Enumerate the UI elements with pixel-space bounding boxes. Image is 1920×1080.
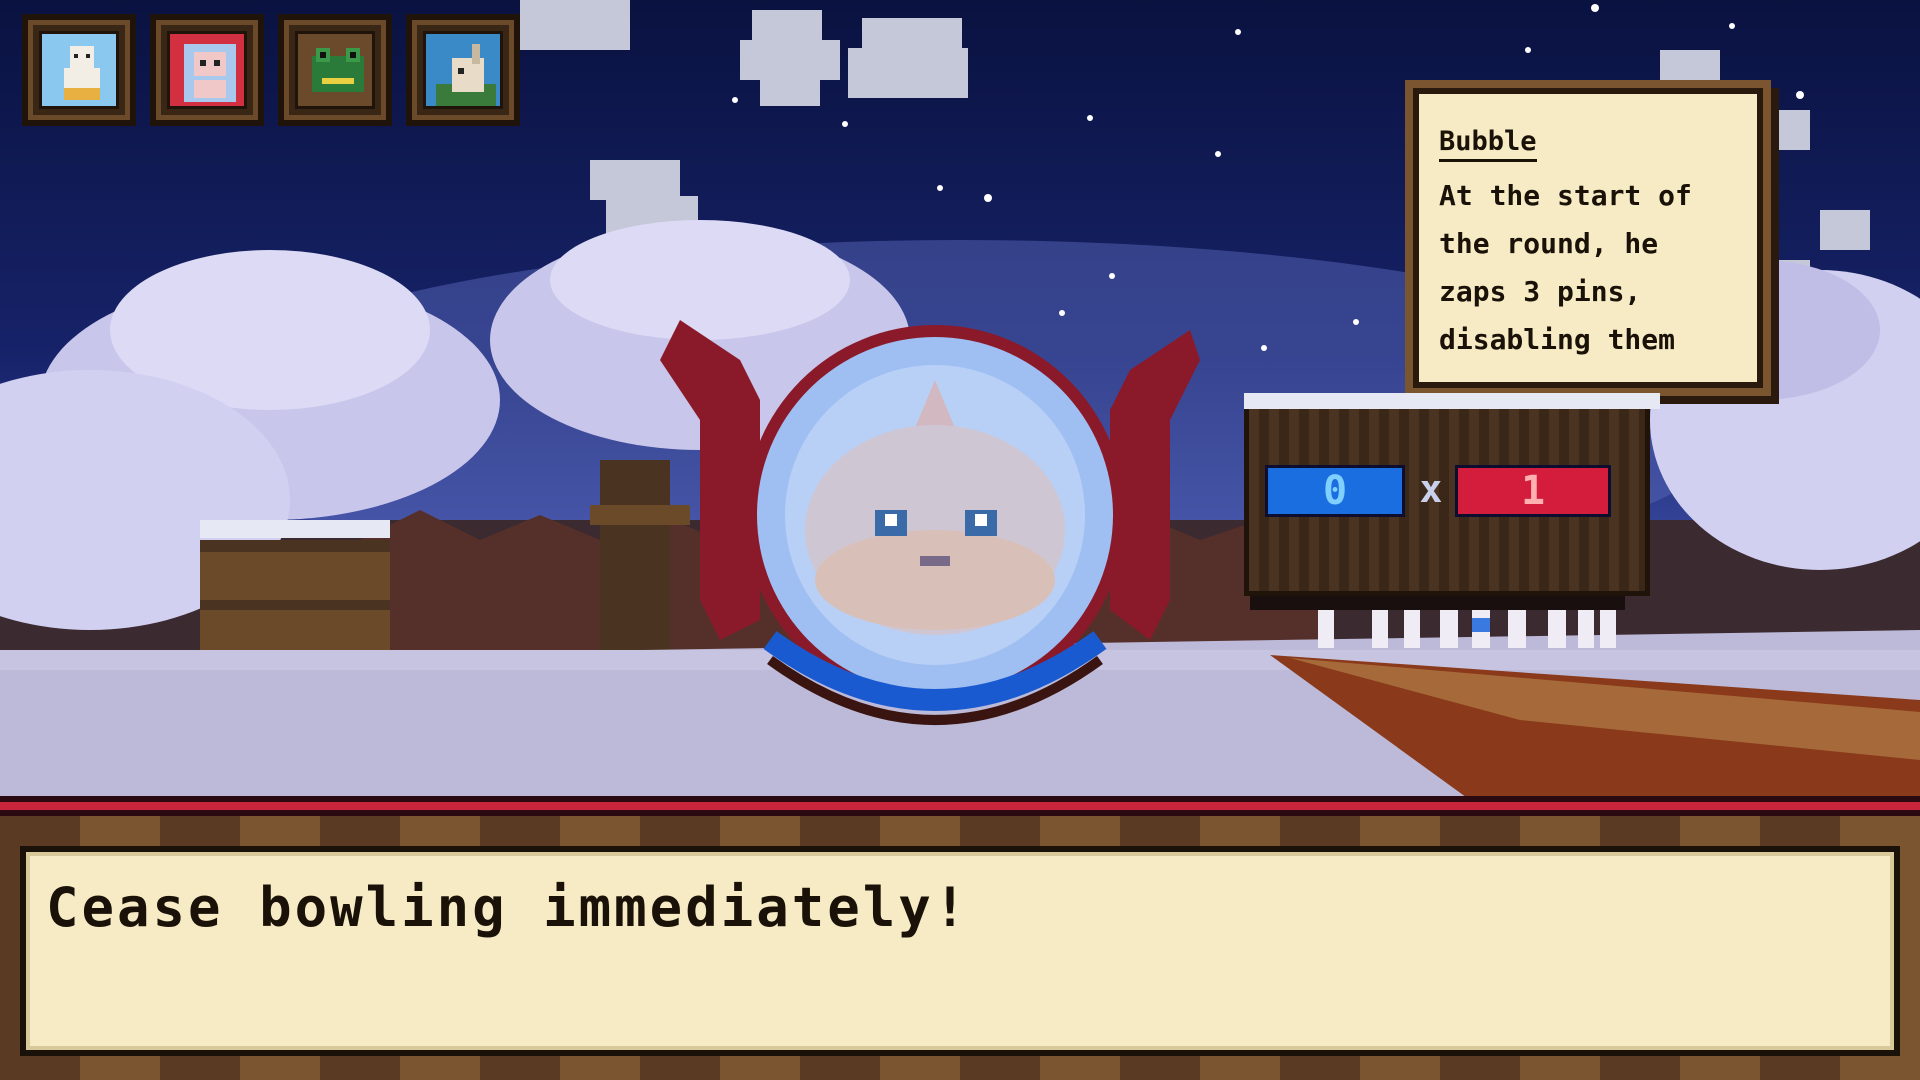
tooltip-description: At the start of the round, he zaps 3 pin… <box>1439 172 1737 364</box>
blue-team-score: 0 <box>1265 465 1405 517</box>
tooltip-line: At the start of <box>1439 179 1692 212</box>
goat-portrait-icon <box>423 31 503 109</box>
tooltip-line: zaps 3 pins, <box>1439 275 1642 308</box>
red-team-score: 1 <box>1455 465 1611 517</box>
ghost-portrait-icon <box>39 31 119 109</box>
game-scene: Bubble At the start of the round, he zap… <box>0 0 1920 800</box>
dialog-top-stripe <box>0 802 1920 810</box>
character-tooltip: Bubble At the start of the round, he zap… <box>1413 88 1763 388</box>
tooltip-character-name: Bubble <box>1439 126 1537 162</box>
portrait-slot-4[interactable] <box>406 14 520 126</box>
scoreboard-snow-cap <box>1244 393 1660 409</box>
scoreboard: 0 x 1 <box>1244 393 1660 596</box>
party-portraits <box>22 14 520 126</box>
tooltip-line: the round, he <box>1439 227 1659 260</box>
dialog-frame: Cease bowling immediately! <box>0 796 1920 1080</box>
score-separator: x <box>1419 467 1443 511</box>
portrait-slot-1[interactable] <box>22 14 136 126</box>
robot-portrait-icon <box>167 31 247 109</box>
portrait-slot-2[interactable] <box>150 14 264 126</box>
dialog-box[interactable]: Cease bowling immediately! <box>20 846 1900 1056</box>
tooltip-line: disabling them <box>1439 323 1676 356</box>
frog-portrait-icon <box>295 31 375 109</box>
portrait-slot-3[interactable] <box>278 14 392 126</box>
dialog-top-stripe-dark <box>0 810 1920 816</box>
dialog-text: Cease bowling immediately! <box>46 876 970 939</box>
